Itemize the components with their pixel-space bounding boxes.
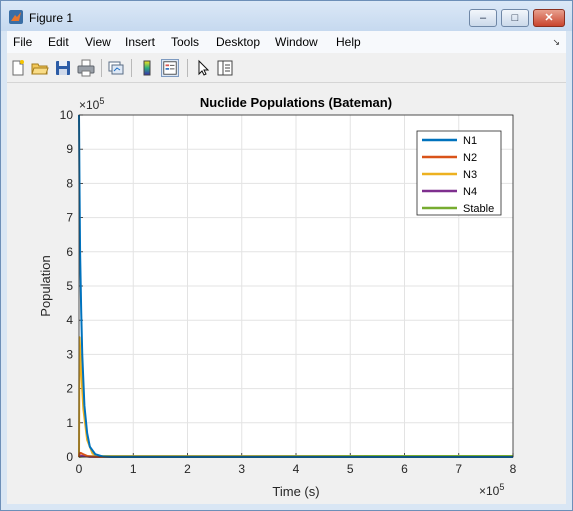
menu-desktop[interactable]: Desktop	[216, 35, 260, 49]
x-tick-label: 1	[130, 462, 137, 476]
figure-canvas: 0 1 2 3 4 5 6 7 8 0 1 2 3 4 5 6 7 8 9 10 Nuclide Populatio…	[7, 83, 566, 504]
x-tick-label: 6	[401, 462, 408, 476]
minimize-button[interactable]: –	[469, 9, 497, 27]
y-tick-label: 1	[66, 416, 73, 430]
menu-bar: File Edit View Insert Tools Desktop Wind…	[7, 31, 566, 53]
close-button[interactable]: ✕	[533, 9, 565, 27]
y-tick-label: 3	[66, 347, 73, 361]
window-title: Figure 1	[29, 11, 74, 25]
link-plot-icon[interactable]	[107, 59, 125, 77]
x-tick-label: 7	[455, 462, 462, 476]
window-client-area: File Edit View Insert Tools Desktop Wind…	[7, 31, 566, 504]
y-tick-label: 8	[66, 176, 73, 190]
y-tick-label: 7	[66, 211, 73, 225]
y-tick-label: 2	[66, 382, 73, 396]
pointer-icon[interactable]	[194, 59, 212, 77]
legend-label-n2: N2	[463, 152, 477, 164]
y-tick-label: 0	[66, 450, 73, 464]
y-tick-label: 4	[66, 313, 73, 327]
toolbar-separator	[131, 59, 132, 77]
menu-file[interactable]: File	[13, 35, 32, 49]
x-axis-label: Time (s)	[272, 484, 319, 499]
save-icon[interactable]	[54, 59, 72, 77]
x-exponent-power: 5	[499, 482, 504, 492]
new-figure-icon[interactable]	[9, 59, 27, 77]
close-icon: ✕	[544, 12, 554, 24]
nuclide-population-chart: 0 1 2 3 4 5 6 7 8 0 1 2 3 4 5 6 7 8 9 10 Nuclide Populatio…	[38, 95, 517, 499]
menu-overflow-arrow-icon[interactable]: ↘	[552, 37, 560, 48]
x-tick-label: 2	[184, 462, 191, 476]
open-file-icon[interactable]	[31, 59, 49, 77]
legend-label-n1: N1	[463, 135, 477, 147]
toolbar-separator	[187, 59, 188, 77]
legend-label-n3: N3	[463, 169, 477, 181]
legend-label-n4: N4	[463, 186, 477, 198]
x-tick-label: 5	[347, 462, 354, 476]
x-tick-label: 4	[293, 462, 300, 476]
y-axis-label: Population	[38, 255, 53, 316]
chart-title: Nuclide Populations (Bateman)	[200, 95, 392, 110]
figure-window: Figure 1 – □ ✕ File Edit View Insert Too…	[0, 0, 573, 511]
y-exponent-power: 5	[99, 96, 104, 106]
x-exponent-label: ×105	[479, 482, 504, 498]
y-exponent-base: ×10	[79, 98, 100, 112]
minimize-icon: –	[479, 12, 487, 24]
matlab-logo-icon	[9, 10, 23, 24]
figure-toolbar	[7, 54, 566, 83]
x-tick-label: 8	[510, 462, 517, 476]
colorbar-icon[interactable]	[138, 59, 156, 77]
x-tick-label: 3	[238, 462, 245, 476]
x-exponent-base: ×10	[479, 484, 500, 498]
menu-edit[interactable]: Edit	[48, 35, 69, 49]
legend[interactable]: N1 N2 N3 N4 Stable	[416, 130, 502, 216]
y-tick-label: 5	[66, 279, 73, 293]
menu-tools[interactable]: Tools	[171, 35, 199, 49]
toolbar-separator	[101, 59, 102, 77]
y-tick-label: 10	[60, 108, 74, 122]
menu-insert[interactable]: Insert	[125, 35, 155, 49]
menu-view[interactable]: View	[85, 35, 111, 49]
property-editor-icon[interactable]	[216, 59, 234, 77]
print-icon[interactable]	[77, 59, 95, 77]
maximize-button[interactable]: □	[501, 9, 529, 27]
menu-window[interactable]: Window	[275, 35, 318, 49]
y-exponent-label: ×105	[79, 96, 104, 112]
title-bar[interactable]: Figure 1 – □ ✕	[1, 1, 572, 31]
y-tick-label: 6	[66, 245, 73, 259]
x-tick-label: 0	[76, 462, 83, 476]
menu-help[interactable]: Help	[336, 35, 361, 49]
y-tick-label: 9	[66, 142, 73, 156]
legend-icon[interactable]	[161, 59, 179, 77]
maximize-icon: □	[511, 12, 519, 24]
legend-label-stable: Stable	[463, 203, 494, 215]
